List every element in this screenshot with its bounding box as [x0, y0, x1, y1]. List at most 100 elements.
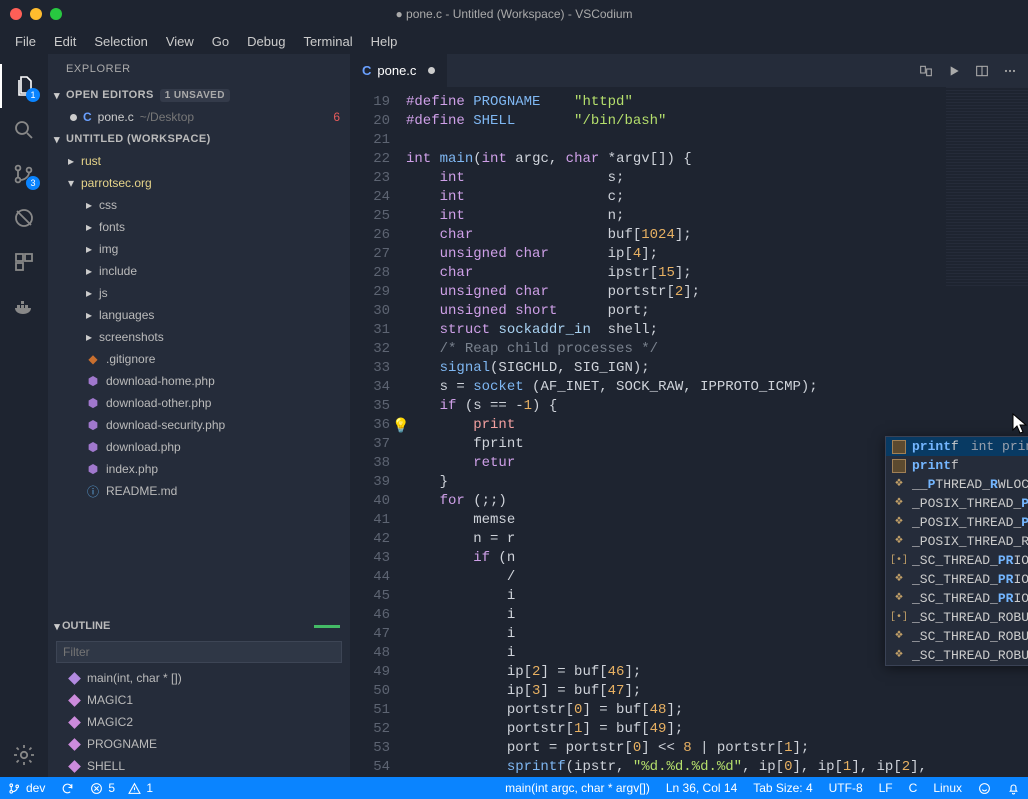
tree-folder-parrotsec[interactable]: ▾parrotsec.org [48, 172, 350, 194]
compare-icon[interactable] [918, 63, 934, 79]
suggest-item[interactable]: ❖__PTHREAD_RWLOCK_INT_FLAGS_SHARED [886, 475, 1028, 494]
unsaved-badge: 1 UNSAVED [160, 89, 230, 102]
menu-selection[interactable]: Selection [85, 34, 156, 49]
status-branch[interactable]: dev [0, 781, 53, 795]
tree-folder[interactable]: ▸include [48, 260, 350, 282]
outline-filter-input[interactable] [57, 642, 341, 662]
tree-folder-rust[interactable]: ▸rust [48, 150, 350, 172]
menu-view[interactable]: View [157, 34, 203, 49]
tree-folder[interactable]: ▸js [48, 282, 350, 304]
split-editor-icon[interactable] [974, 63, 990, 79]
menu-terminal[interactable]: Terminal [294, 34, 361, 49]
code-editor[interactable]: 19 20 21 22 23 24 25 26 27 28 29 30 31 3… [350, 87, 1028, 777]
status-feedback[interactable] [970, 782, 999, 795]
suggest-item[interactable]: ❖_SC_THREAD_PRIO_INHERIT [886, 589, 1028, 608]
symbol-constant-icon: ❖ [892, 516, 906, 530]
docker-icon [12, 294, 36, 318]
code-lines: #define PROGNAME "httpd" #define SHELL "… [400, 87, 927, 777]
status-context[interactable]: main(int argc, char * argv[]) [497, 781, 658, 795]
tree-file[interactable]: ⬢download-security.php [48, 414, 350, 436]
c-file-icon: C [83, 110, 92, 124]
status-notifications[interactable] [999, 782, 1028, 795]
open-editor-entry[interactable]: Cpone.c~/Desktop6 [48, 106, 350, 128]
suggest-item[interactable]: ❖_SC_THREAD_PRIO_INHERIT [886, 570, 1028, 589]
open-editors-header[interactable]: ▾OPEN EDITORS1 UNSAVED [48, 84, 350, 106]
activity-scm[interactable]: 3 [0, 152, 48, 196]
tree-file[interactable]: ⬢download-other.php [48, 392, 350, 414]
suggest-item[interactable]: [•]_SC_THREAD_PRIO_INHERIT [886, 551, 1028, 570]
outline-item[interactable]: MAGIC1 [48, 689, 350, 711]
symbol-constant-icon: ❖ [892, 535, 906, 549]
tree-file[interactable]: ⬢index.php [48, 458, 350, 480]
minimize-window-icon[interactable] [30, 8, 42, 20]
status-sync[interactable] [53, 782, 82, 795]
activity-search[interactable] [0, 108, 48, 152]
tree-file[interactable]: ⓘREADME.md [48, 480, 350, 502]
menubar: File Edit Selection View Go Debug Termin… [0, 28, 1028, 54]
tree-file[interactable]: ◆.gitignore [48, 348, 350, 370]
tab-pone-c[interactable]: Cpone.c [350, 54, 447, 87]
activity-debug[interactable] [0, 196, 48, 240]
tree-folder[interactable]: ▸css [48, 194, 350, 216]
menu-edit[interactable]: Edit [45, 34, 85, 49]
dirty-dot-icon [70, 114, 77, 121]
run-icon[interactable] [946, 63, 962, 79]
symbol-enum-icon: [•] [892, 611, 906, 625]
cursor-pointer-icon [1012, 413, 1028, 435]
menu-go[interactable]: Go [203, 34, 238, 49]
status-problems[interactable]: 5 1 [82, 781, 161, 795]
activity-extensions[interactable] [0, 240, 48, 284]
outline-item[interactable]: PROGNAME [48, 733, 350, 755]
tree-folder[interactable]: ▸img [48, 238, 350, 260]
symbol-function-icon [68, 672, 81, 685]
menu-debug[interactable]: Debug [238, 34, 294, 49]
menu-file[interactable]: File [6, 34, 45, 49]
suggest-item[interactable]: ❖_POSIX_THREAD_PRIO_INHERIT [886, 513, 1028, 532]
status-encoding[interactable]: UTF-8 [821, 781, 871, 795]
suggest-item[interactable]: printfint printf(const char *__restrict_… [886, 437, 1028, 456]
php-icon: ⬢ [86, 396, 100, 410]
outline-filter[interactable] [56, 641, 342, 663]
outline-item[interactable]: SHELL [48, 755, 350, 777]
maximize-window-icon[interactable] [50, 8, 62, 20]
status-indent[interactable]: Tab Size: 4 [745, 781, 820, 795]
sync-icon [61, 782, 74, 795]
suggest-item[interactable]: ❖_SC_THREAD_ROBUST_PRIO_INHERIT [886, 646, 1028, 665]
tree-file[interactable]: ⬢download-home.php [48, 370, 350, 392]
status-eol[interactable]: LF [871, 781, 901, 795]
activity-bar: 1 3 [0, 54, 48, 777]
suggest-widget[interactable]: printfint printf(const char *__restrict_… [885, 436, 1028, 666]
lightbulb-icon[interactable]: 💡 [392, 418, 409, 437]
tree-folder[interactable]: ▸languages [48, 304, 350, 326]
git-icon: ◆ [86, 352, 100, 366]
search-icon [12, 118, 36, 142]
suggest-item[interactable]: printf [886, 456, 1028, 475]
outline-header[interactable]: ▾OUTLINE [48, 615, 350, 637]
symbol-constant-icon: ❖ [892, 497, 906, 511]
outline-item[interactable]: MAGIC2 [48, 711, 350, 733]
status-position[interactable]: Ln 36, Col 14 [658, 781, 745, 795]
suggest-item[interactable]: ❖_SC_THREAD_ROBUST_PRIO_INHERIT [886, 627, 1028, 646]
gear-icon [12, 743, 36, 767]
minimap[interactable] [946, 87, 1028, 287]
status-os[interactable]: Linux [925, 781, 970, 795]
suggest-item[interactable]: ❖_POSIX_THREAD_ROBUST_PRIO_INHERIT [886, 532, 1028, 551]
symbol-method-icon [892, 459, 906, 473]
php-icon: ⬢ [86, 418, 100, 432]
activity-explorer[interactable]: 1 [0, 64, 48, 108]
close-window-icon[interactable] [10, 8, 22, 20]
tree-folder[interactable]: ▸screenshots [48, 326, 350, 348]
tree-folder[interactable]: ▸fonts [48, 216, 350, 238]
symbol-constant-icon: ❖ [892, 478, 906, 492]
more-icon[interactable] [1002, 63, 1018, 79]
activity-docker[interactable] [0, 284, 48, 328]
outline-item[interactable]: main(int, char * []) [48, 667, 350, 689]
sidebar: EXPLORER ▾OPEN EDITORS1 UNSAVED Cpone.c~… [48, 54, 350, 777]
tree-file[interactable]: ⬢download.php [48, 436, 350, 458]
workspace-header[interactable]: ▾UNTITLED (WORKSPACE) [48, 128, 350, 150]
status-language[interactable]: C [901, 781, 926, 795]
menu-help[interactable]: Help [362, 34, 407, 49]
suggest-item[interactable]: ❖_POSIX_THREAD_PRIO_INHERIT [886, 494, 1028, 513]
activity-settings[interactable] [0, 733, 48, 777]
suggest-item[interactable]: [•]_SC_THREAD_ROBUST_PRIO_INHERIT [886, 608, 1028, 627]
